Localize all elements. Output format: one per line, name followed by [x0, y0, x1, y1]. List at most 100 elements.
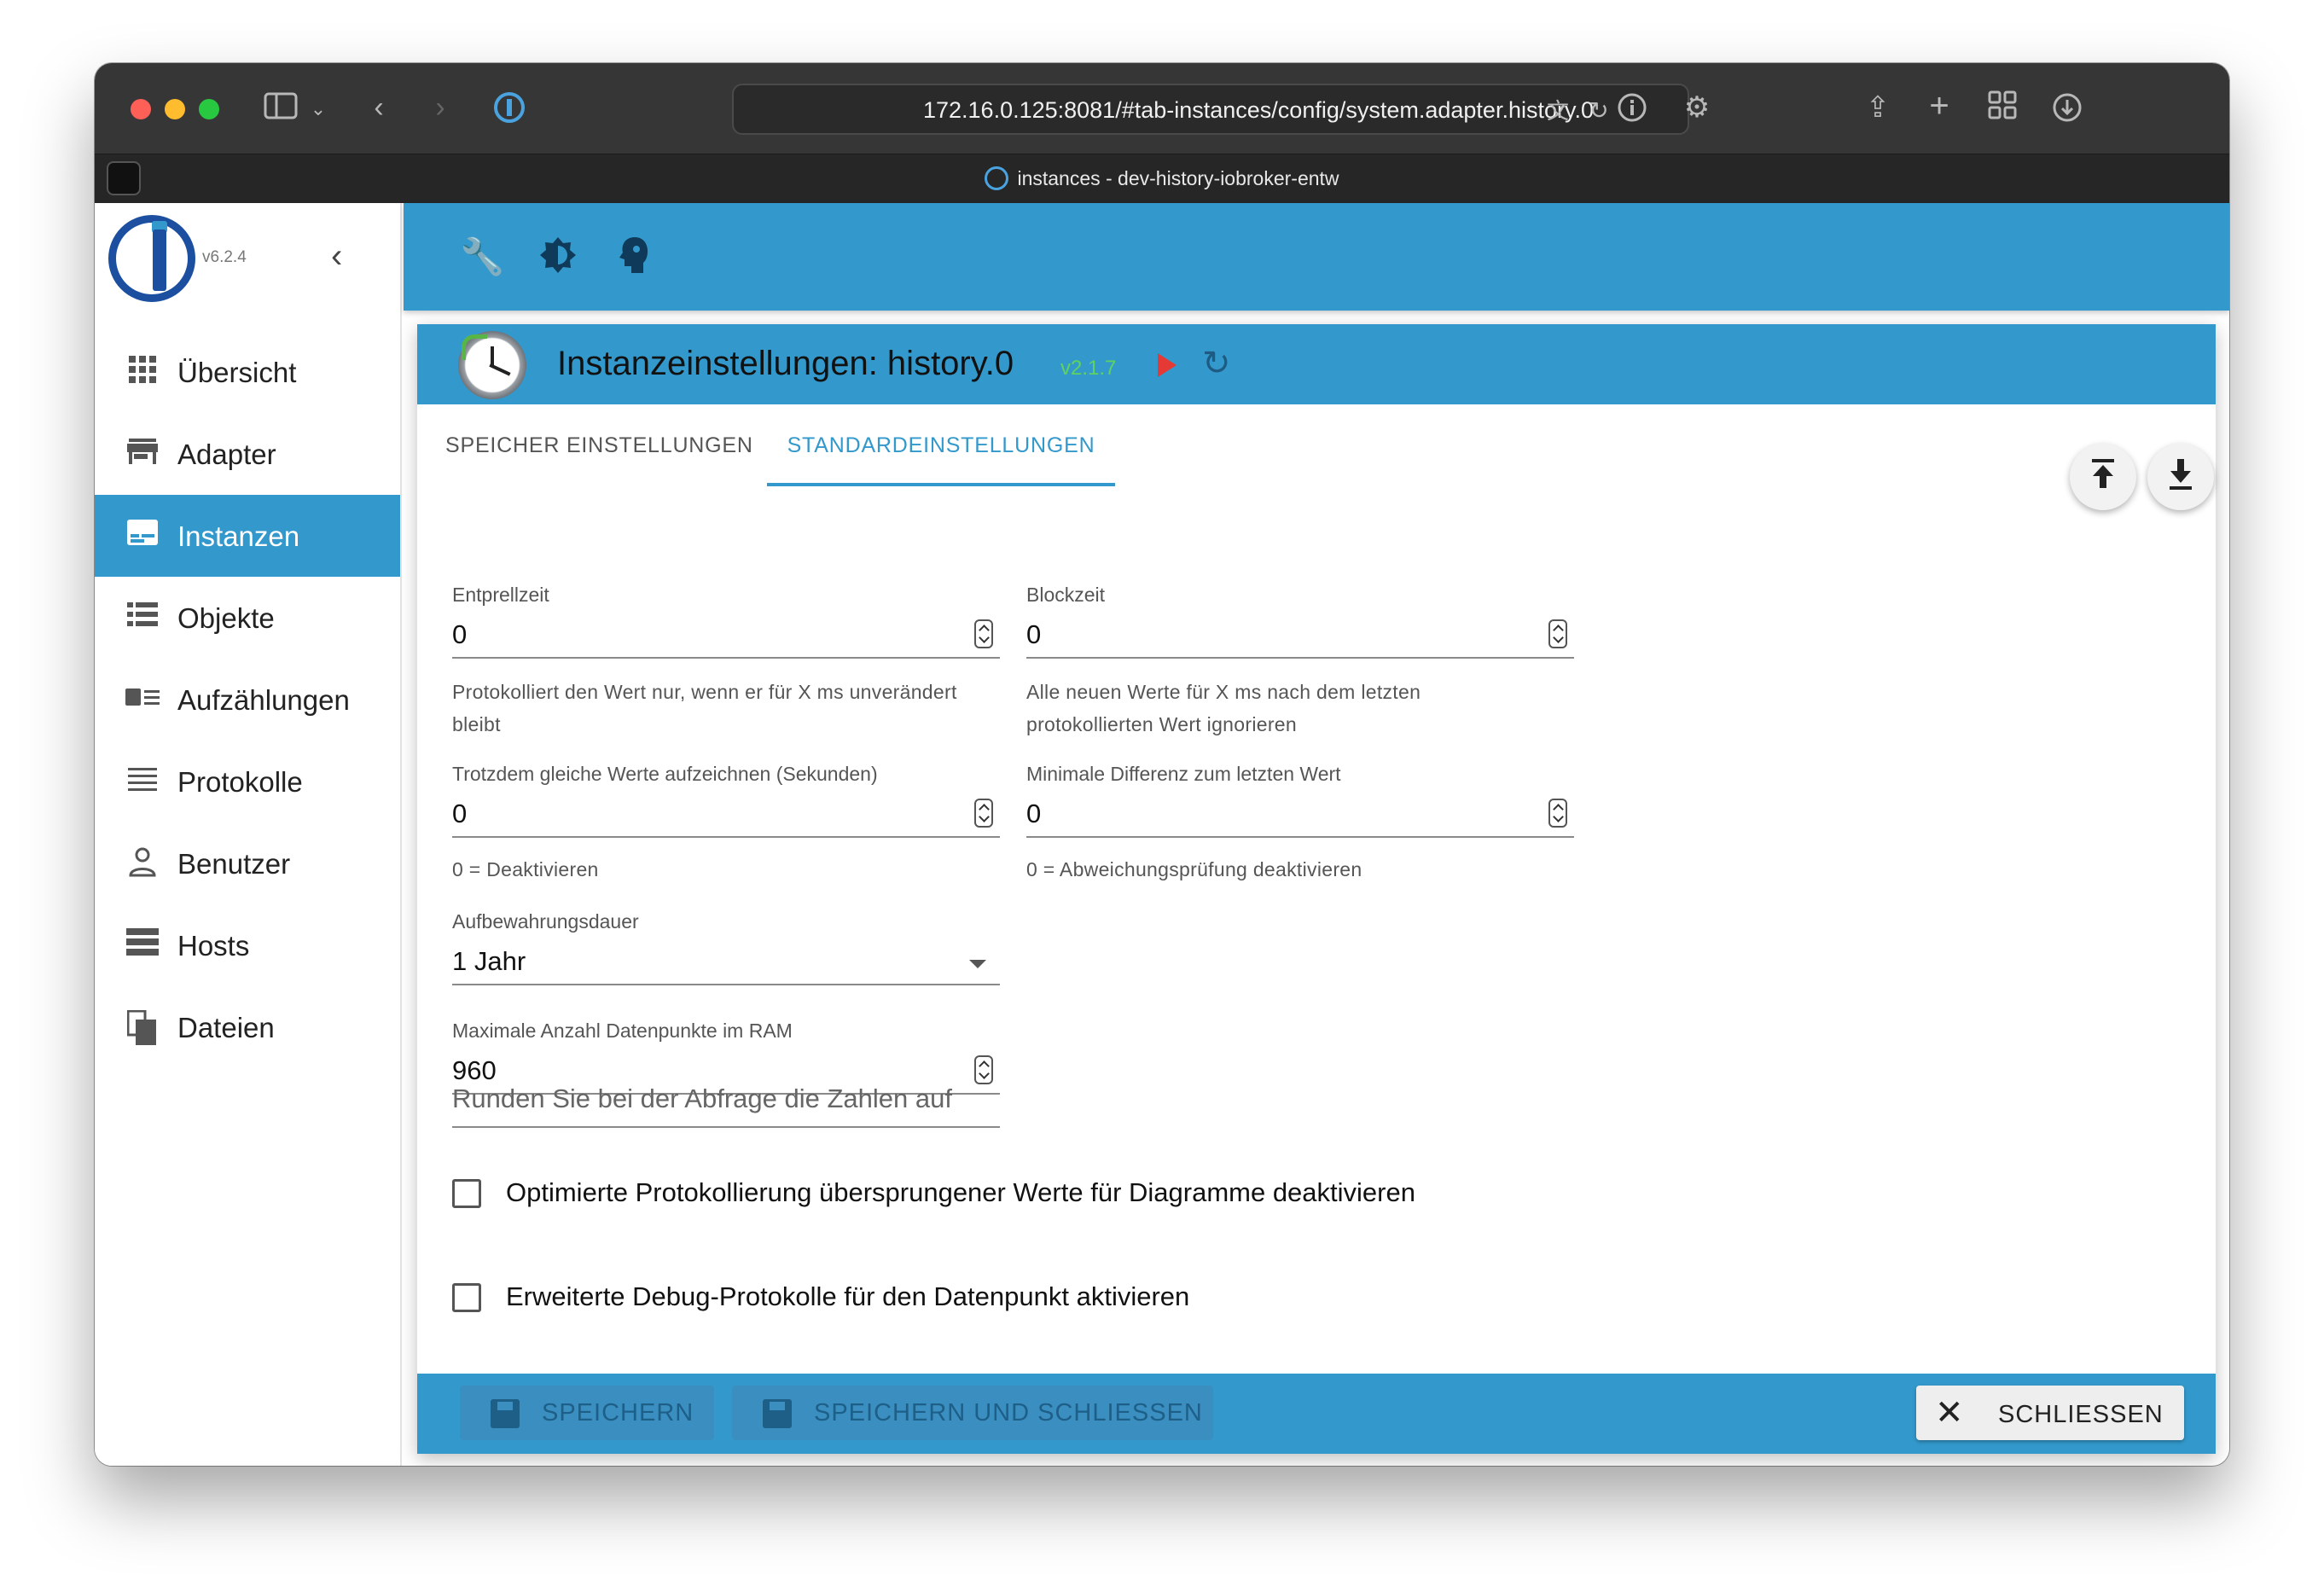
share-icon[interactable]: ⇪ [1861, 90, 1895, 125]
tab-standardeinstellungen[interactable]: STANDARDEINSTELLUNGEN [767, 404, 1115, 486]
dialog-title: Instanzeinstellungen: history.0 [557, 345, 1014, 382]
sidebar-item-objekte[interactable]: Objekte [95, 577, 400, 659]
brightness-icon[interactable] [537, 235, 579, 278]
save-and-close-button[interactable]: SPEICHERN UND SCHLIESSEN [732, 1386, 1213, 1440]
iobroker-logo[interactable] [108, 215, 195, 302]
dropdown-arrow-icon [969, 960, 986, 968]
number-stepper-icon[interactable] [1548, 799, 1567, 828]
instance-config-dialog: Instanzeinstellungen: history.0 v2.1.7 ↻… [417, 324, 2216, 1454]
sidebar-item-hosts[interactable]: Hosts [95, 904, 400, 986]
browser-tab-title: instances - dev-history-iobroker-entw [1017, 167, 1339, 189]
sidebar-item-protokolle[interactable]: Protokolle [95, 741, 400, 822]
close-button[interactable]: ✕ SCHLIESSEN [1916, 1386, 2184, 1440]
field-label: Blockzeit [1026, 584, 1106, 606]
reload-icon[interactable]: ↻ [1583, 94, 1614, 128]
save-button-label: SPEICHERN [542, 1399, 694, 1426]
download-icon [2170, 459, 2192, 490]
iobroker-favicon-icon [985, 166, 1009, 190]
list-icon [125, 601, 160, 635]
min-diff-input[interactable]: 0 [1026, 787, 1574, 838]
password-manager-icon[interactable] [492, 90, 526, 132]
sidebar-item-uebersicht[interactable]: Übersicht [95, 331, 400, 413]
sidebar-item-label: Protokolle [177, 766, 303, 798]
files-icon [125, 1009, 160, 1045]
field-value: 1 Jahr [452, 946, 526, 976]
field-label: Maximale Anzahl Datenpunkte im RAM [452, 1020, 793, 1042]
adapter-version: v2.1.7 [1060, 357, 1117, 380]
logs-icon [125, 764, 160, 799]
collapse-sidebar-icon[interactable]: ‹ [331, 237, 342, 276]
sidebar-item-dateien[interactable]: Dateien [95, 986, 400, 1068]
sidebar-item-instanzen[interactable]: Instanzen [95, 495, 400, 577]
field-help: 0 = Abweichungsprüfung deaktivieren [1026, 858, 1362, 880]
sidebar-item-label: Instanzen [177, 520, 300, 552]
sidebar-toggle-icon[interactable] [262, 92, 299, 127]
sidebar-item-adapter[interactable]: Adapter [95, 413, 400, 495]
enums-icon [125, 683, 160, 717]
forward-icon[interactable]: › [427, 90, 453, 125]
close-icon: ✕ [1935, 1394, 1964, 1432]
floppy-disk-icon [763, 1399, 792, 1428]
wrench-icon[interactable]: 🔧 [460, 235, 504, 278]
hosts-icon [125, 928, 160, 962]
chevron-down-icon[interactable]: ⌄ [308, 92, 328, 126]
gleiche-werte-input[interactable]: 0 [452, 787, 1000, 838]
grid-icon [125, 355, 160, 389]
browser-window: ⌄ ‹ › 172.16.0.125:8081/#tab-instances/c… [95, 63, 2229, 1466]
save-and-close-button-label: SPEICHERN UND SCHLIESSEN [814, 1399, 1203, 1426]
sidebar-item-label: Adapter [177, 439, 276, 470]
checkbox-label: Optimierte Protokollierung übersprungene… [506, 1177, 1415, 1207]
close-button-label: SCHLIESSEN [1998, 1401, 2164, 1428]
checkbox-icon[interactable] [452, 1179, 481, 1208]
play-icon[interactable] [1158, 353, 1177, 377]
close-window-button[interactable] [131, 99, 151, 119]
tab-speicher-einstellungen[interactable]: SPEICHER EINSTELLUNGEN [445, 404, 753, 486]
settings-tabs: SPEICHER EINSTELLUNGEN STANDARDEINSTELLU… [417, 404, 1270, 486]
address-bar[interactable]: 172.16.0.125:8081/#tab-instances/config/… [732, 84, 1689, 135]
store-icon [125, 437, 160, 471]
checkbox-icon[interactable] [452, 1283, 481, 1312]
field-value: 0 [1026, 619, 1042, 649]
back-icon[interactable]: ‹ [366, 90, 392, 125]
blockzeit-input[interactable]: 0 [1026, 607, 1574, 659]
dialog-header: Instanzeinstellungen: history.0 v2.1.7 ↻… [417, 324, 2216, 404]
field-label: Entprellzeit [452, 584, 549, 606]
sidebar-item-label: Aufzählungen [177, 684, 350, 716]
maximize-window-button[interactable] [199, 99, 219, 119]
minimize-window-button[interactable] [165, 99, 185, 119]
url-text: 172.16.0.125:8081/#tab-instances/config/… [922, 97, 1594, 123]
field-label: Trotzdem gleiche Werte aufzeichnen (Seku… [452, 763, 878, 785]
aufbewahrungsdauer-select[interactable]: 1 Jahr [452, 934, 1000, 985]
number-stepper-icon[interactable] [974, 619, 993, 648]
number-stepper-icon[interactable] [1548, 619, 1567, 648]
sidebar-item-aufzaehlungen[interactable]: Aufzählungen [95, 659, 400, 741]
upload-settings-button[interactable] [2070, 444, 2136, 510]
download-settings-button[interactable] [2147, 444, 2214, 510]
dialog-footer: SPEICHERN SPEICHERN UND SCHLIESSEN ✕ SCH… [417, 1374, 2216, 1454]
tab-overview-icon[interactable] [1985, 90, 2019, 127]
new-tab-icon[interactable]: + [1922, 89, 1956, 123]
number-stepper-icon[interactable] [974, 799, 993, 828]
runden-input[interactable]: Runden Sie bei der Abfrage die Zahlen au… [452, 1075, 1000, 1128]
browser-toolbar: ⌄ ‹ › 172.16.0.125:8081/#tab-instances/c… [95, 63, 2229, 154]
save-button[interactable]: SPEICHERN [460, 1386, 714, 1440]
gear-icon[interactable]: ⚙ [1680, 90, 1714, 125]
restart-icon[interactable]: ↻ [1202, 346, 1231, 381]
user-icon [125, 846, 160, 880]
browser-tab[interactable]: instances - dev-history-iobroker-entw [95, 166, 2229, 190]
field-help: Protokolliert den Wert nur, wenn er für … [452, 681, 957, 735]
info-icon[interactable] [1615, 92, 1649, 131]
version-label: v6.2.4 [202, 248, 247, 266]
upload-icon [2092, 459, 2114, 488]
checkbox-label: Erweiterte Debug-Protokolle für den Date… [506, 1281, 1190, 1311]
expert-mode-icon[interactable] [613, 235, 656, 278]
sidebar-item-label: Dateien [177, 1012, 275, 1043]
entprellzeit-input[interactable]: 0 [452, 607, 1000, 659]
downloads-icon[interactable] [2050, 92, 2084, 131]
sidebar-item-label: Benutzer [177, 848, 291, 880]
sidebar-item-benutzer[interactable]: Benutzer [95, 822, 400, 904]
instances-icon [125, 519, 160, 553]
translate-icon[interactable]: 文 [1541, 94, 1575, 128]
sidebar-item-label: Hosts [177, 930, 250, 962]
field-placeholder: Runden Sie bei der Abfrage die Zahlen au… [452, 1084, 952, 1113]
